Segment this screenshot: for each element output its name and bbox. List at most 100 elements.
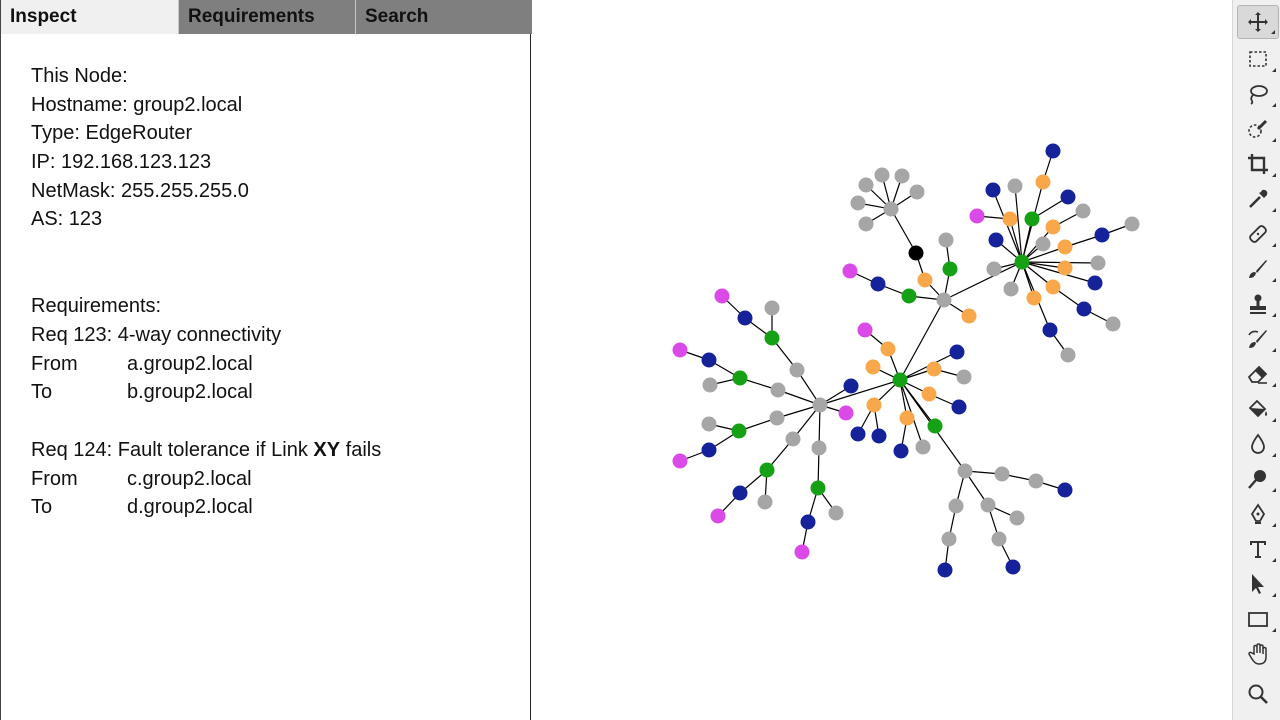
graph-node[interactable] — [842, 263, 858, 279]
brush-tool-button[interactable] — [1237, 252, 1279, 286]
graph-node[interactable] — [991, 531, 1007, 547]
paint-bucket-button[interactable] — [1237, 392, 1279, 426]
graph-node[interactable] — [883, 201, 899, 217]
graph-node[interactable] — [969, 208, 985, 224]
graph-node[interactable] — [1094, 227, 1110, 243]
graph-node[interactable] — [757, 494, 773, 510]
graph-node[interactable] — [858, 177, 874, 193]
graph-node[interactable] — [871, 428, 887, 444]
graph-node[interactable] — [949, 344, 965, 360]
graph-node[interactable] — [850, 195, 866, 211]
graph-node[interactable] — [770, 382, 786, 398]
graph-node[interactable] — [1014, 254, 1030, 270]
graph-node[interactable] — [785, 431, 801, 447]
graph-node[interactable] — [732, 370, 748, 386]
crop-tool-button[interactable] — [1237, 147, 1279, 181]
graph-node[interactable] — [961, 308, 977, 324]
network-graph[interactable] — [532, 0, 1232, 720]
graph-node[interactable] — [874, 167, 890, 183]
graph-node[interactable] — [865, 359, 881, 375]
graph-node[interactable] — [927, 418, 943, 434]
graph-node[interactable] — [921, 386, 937, 402]
graph-node[interactable] — [1007, 178, 1023, 194]
eyedropper-button[interactable] — [1237, 182, 1279, 216]
graph-node[interactable] — [789, 362, 805, 378]
graph-node[interactable] — [936, 292, 952, 308]
type-tool-button[interactable] — [1237, 532, 1279, 566]
graph-node[interactable] — [1003, 281, 1019, 297]
lasso-tool-button[interactable] — [1237, 77, 1279, 111]
graph-node[interactable] — [812, 397, 828, 413]
tab-inspect[interactable]: Inspect — [1, 0, 178, 34]
graph-node[interactable] — [1005, 559, 1021, 575]
graph-node[interactable] — [672, 453, 688, 469]
graph-node[interactable] — [710, 508, 726, 524]
graph-node[interactable] — [1026, 290, 1042, 306]
eraser-button[interactable] — [1237, 357, 1279, 391]
graph-node[interactable] — [937, 562, 953, 578]
path-select-button[interactable] — [1237, 567, 1279, 601]
graph-node[interactable] — [759, 462, 775, 478]
graph-node[interactable] — [858, 216, 874, 232]
graph-node[interactable] — [1075, 203, 1091, 219]
move-tool-button[interactable] — [1237, 5, 1279, 39]
graph-node[interactable] — [957, 463, 973, 479]
graph-node[interactable] — [909, 184, 925, 200]
graph-node[interactable] — [701, 416, 717, 432]
graph-node[interactable] — [857, 322, 873, 338]
graph-node[interactable] — [1002, 211, 1018, 227]
zoom-tool-button[interactable] — [1237, 677, 1279, 711]
graph-node[interactable] — [800, 514, 816, 530]
graph-node[interactable] — [892, 372, 908, 388]
graph-node[interactable] — [838, 405, 854, 421]
tab-search[interactable]: Search — [355, 0, 532, 34]
graph-node[interactable] — [893, 443, 909, 459]
graph-node[interactable] — [714, 288, 730, 304]
graph-node[interactable] — [828, 505, 844, 521]
graph-node[interactable] — [1087, 275, 1103, 291]
graph-node[interactable] — [938, 232, 954, 248]
graph-node[interactable] — [811, 440, 827, 456]
graph-node[interactable] — [701, 442, 717, 458]
graph-node[interactable] — [994, 466, 1010, 482]
graph-node[interactable] — [769, 410, 785, 426]
graph-node[interactable] — [702, 377, 718, 393]
graph-node[interactable] — [1090, 255, 1106, 271]
graph-node[interactable] — [1009, 510, 1025, 526]
hand-tool-button[interactable] — [1237, 637, 1279, 671]
dodge-tool-button[interactable] — [1237, 462, 1279, 496]
graph-node[interactable] — [899, 410, 915, 426]
graph-node[interactable] — [1045, 219, 1061, 235]
graph-node[interactable] — [941, 531, 957, 547]
graph-node[interactable] — [1035, 236, 1051, 252]
marquee-tool-button[interactable] — [1237, 42, 1279, 76]
graph-node[interactable] — [986, 261, 1002, 277]
graph-node[interactable] — [985, 182, 1001, 198]
graph-node[interactable] — [942, 261, 958, 277]
graph-node[interactable] — [1035, 174, 1051, 190]
graph-node[interactable] — [866, 397, 882, 413]
tab-requirements[interactable]: Requirements — [178, 0, 355, 34]
graph-node[interactable] — [948, 498, 964, 514]
graph-node[interactable] — [794, 544, 810, 560]
graph-node[interactable] — [880, 341, 896, 357]
graph-node[interactable] — [731, 423, 747, 439]
graph-node[interactable] — [843, 378, 859, 394]
graph-node[interactable] — [926, 361, 942, 377]
history-brush-button[interactable] — [1237, 322, 1279, 356]
graph-node[interactable] — [894, 168, 910, 184]
rectangle-tool-button[interactable] — [1237, 602, 1279, 636]
graph-node[interactable] — [810, 480, 826, 496]
graph-node[interactable] — [1076, 301, 1092, 317]
graph-node[interactable] — [732, 485, 748, 501]
graph-node[interactable] — [850, 426, 866, 442]
graph-node[interactable] — [1042, 322, 1058, 338]
graph-node[interactable] — [701, 352, 717, 368]
graph-node[interactable] — [1045, 279, 1061, 295]
graph-node[interactable] — [1057, 239, 1073, 255]
graph-node[interactable] — [988, 232, 1004, 248]
graph-node[interactable] — [1057, 482, 1073, 498]
graph-node[interactable] — [1057, 260, 1073, 276]
graph-node[interactable] — [764, 330, 780, 346]
graph-node[interactable] — [1124, 216, 1140, 232]
